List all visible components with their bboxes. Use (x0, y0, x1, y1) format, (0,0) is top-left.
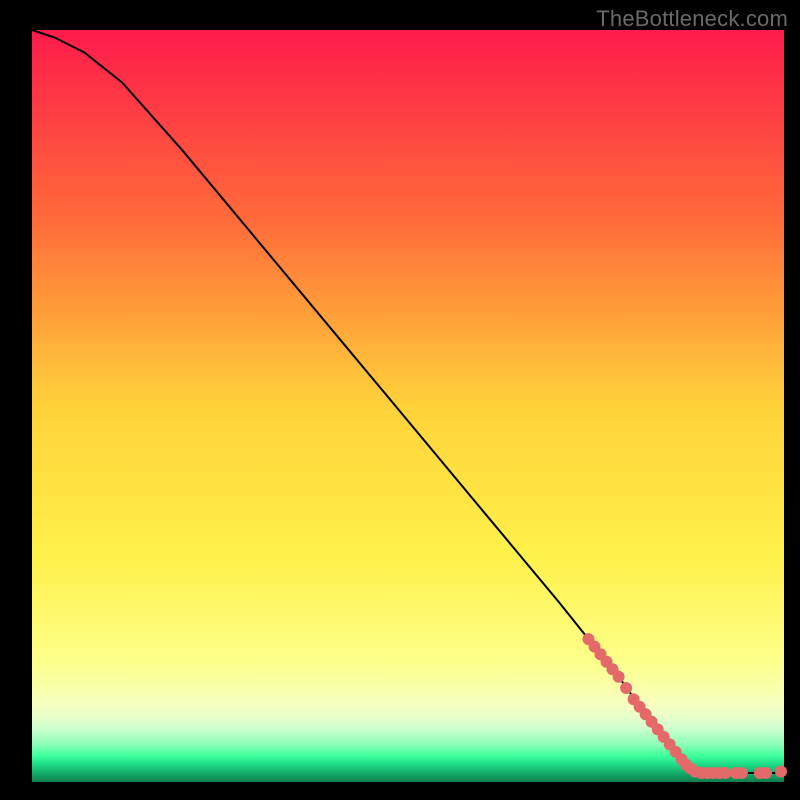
highlight-point (775, 766, 787, 778)
chart-frame: TheBottleneck.com (0, 0, 800, 800)
highlight-point (760, 767, 772, 779)
plot-background (32, 30, 784, 782)
highlight-point (620, 682, 632, 694)
highlight-point (719, 767, 731, 779)
highlight-point (613, 671, 625, 683)
highlight-point (736, 767, 748, 779)
chart-svg (0, 0, 800, 800)
watermark-label: TheBottleneck.com (596, 6, 788, 32)
